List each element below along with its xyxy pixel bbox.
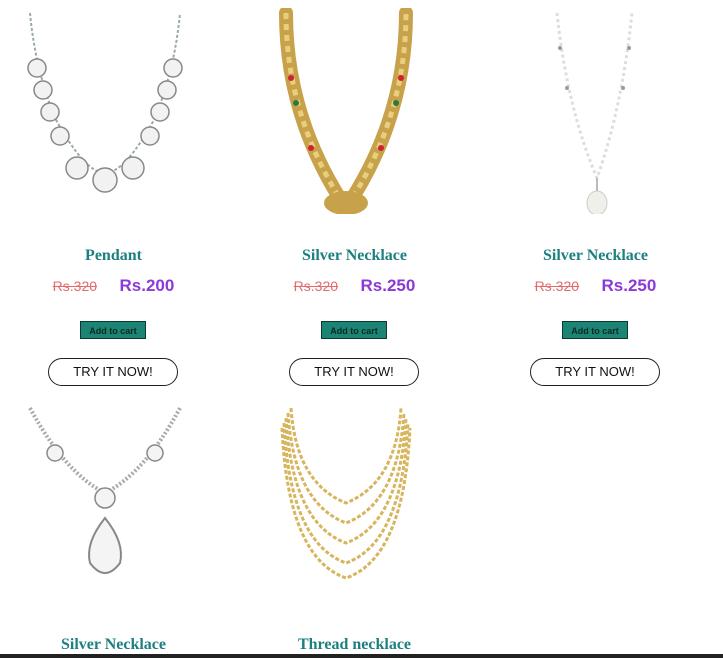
product-card: Silver Necklace Rs.320 Rs.250 Add to car… xyxy=(241,0,482,395)
try-it-now-button[interactable]: TRY IT NOW! xyxy=(530,358,660,386)
silver-coin-necklace-image[interactable] xyxy=(15,8,195,214)
price-row: Rs.320 Rs.250 xyxy=(241,276,468,296)
try-it-now-button[interactable]: TRY IT NOW! xyxy=(48,358,178,386)
product-card: Thread necklace xyxy=(241,395,482,658)
current-price: Rs.200 xyxy=(119,276,175,295)
product-card: Pendant Rs.320 Rs.200 Add to cart TRY IT… xyxy=(0,0,241,395)
diamond-drop-necklace-image[interactable] xyxy=(15,403,195,588)
add-to-cart-button[interactable]: Add to cart xyxy=(562,321,628,339)
gold-multistrand-necklace-image[interactable] xyxy=(256,403,436,583)
add-to-cart-button[interactable]: Add to cart xyxy=(321,321,387,339)
current-price: Rs.250 xyxy=(601,276,657,295)
product-title[interactable]: Thread necklace xyxy=(241,636,468,654)
product-card: Silver Necklace xyxy=(0,395,241,658)
product-title[interactable]: Silver Necklace xyxy=(241,247,468,265)
old-price: Rs.320 xyxy=(534,278,580,294)
product-title[interactable]: Pendant xyxy=(0,247,227,265)
product-title[interactable]: Silver Necklace xyxy=(482,247,709,265)
price-row: Rs.320 Rs.250 xyxy=(482,276,709,296)
product-card: Silver Necklace Rs.320 Rs.250 Add to car… xyxy=(482,0,723,395)
price-row: Rs.320 Rs.200 xyxy=(0,276,227,296)
old-price: Rs.320 xyxy=(52,278,98,294)
pearl-chain-necklace-image[interactable] xyxy=(497,8,677,214)
try-it-now-button[interactable]: TRY IT NOW! xyxy=(289,358,419,386)
product-title[interactable]: Silver Necklace xyxy=(0,636,227,654)
current-price: Rs.250 xyxy=(360,276,416,295)
old-price: Rs.320 xyxy=(293,278,339,294)
bottom-edge xyxy=(0,654,723,658)
add-to-cart-button[interactable]: Add to cart xyxy=(80,321,146,339)
gold-leaf-necklace-image[interactable] xyxy=(256,8,436,214)
